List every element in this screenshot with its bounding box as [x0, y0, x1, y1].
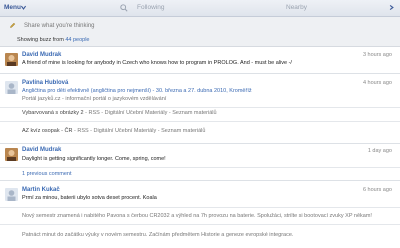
people-link[interactable]: 44 people [65, 37, 89, 43]
share-box: Share what you're thinking Showing buzz … [0, 17, 400, 47]
avatar[interactable] [5, 148, 18, 161]
showing-buzz-info: Showing buzz from 44 people [17, 37, 89, 43]
tab-nearby[interactable]: Nearby [286, 4, 307, 11]
post-time: 4 hours ago [362, 80, 392, 86]
chevron-right-icon[interactable] [388, 4, 395, 11]
post-time: 3 hours ago [362, 52, 392, 58]
list-item[interactable]: Martin Kukač 6 hours ago Prmí za minou, … [0, 181, 400, 248]
list-item[interactable]: David Mudrak 3 hours ago A friend of min… [0, 47, 400, 74]
feed-item-text[interactable]: Nový semestr znamená i nabitého Pavona s… [22, 213, 372, 219]
post-time: 6 hours ago [362, 187, 392, 193]
avatar[interactable] [5, 81, 18, 94]
feed-item-title: Vybarvovaná s obrázky 2 [22, 110, 84, 116]
chevron-down-icon[interactable] [20, 4, 27, 11]
list-item[interactable]: Pavlína Hublová 4 hours ago Angličtina p… [0, 74, 400, 144]
post-author[interactable]: David Mudrak [22, 52, 61, 58]
post-text: A friend of mine is looking for anybody … [22, 60, 292, 66]
attachment-source: Portál jazyků.cz - informační portál o j… [22, 96, 167, 102]
menu-button[interactable]: Menu [4, 4, 21, 11]
divider [0, 107, 400, 108]
share-input[interactable]: Share what you're thinking [24, 23, 95, 29]
divider [0, 121, 400, 122]
feed-item[interactable]: AZ kvíz osopak - ČR - RSS - Digitální Uč… [22, 128, 205, 134]
post-author[interactable]: David Mudrak [22, 147, 61, 153]
feed-item-title: AZ kvíz osopak - ČR [22, 128, 73, 134]
divider [0, 167, 400, 168]
list-item[interactable]: David Mudrak 1 day ago Daylight is getti… [0, 144, 400, 181]
avatar[interactable] [5, 53, 18, 66]
divider [0, 224, 400, 225]
post-author[interactable]: Martin Kukač [22, 187, 60, 193]
feed-item-source: RSS - Digitální Učební Materiály - Sezna… [88, 110, 217, 116]
post-text: Daylight is getting significantly longer… [22, 156, 166, 162]
top-nav-bar: Menu Following Nearby [0, 0, 400, 17]
post-text: Prmí za minou, baterii ubylo sotva deset… [22, 195, 157, 201]
feed-item[interactable]: Vybarvovaná s obrázky 2 - RSS - Digitáln… [22, 110, 217, 116]
pencil-icon [10, 22, 16, 28]
post-author[interactable]: Pavlína Hublová [22, 80, 68, 86]
attachment-title-link[interactable]: Angličtina pro děti efektivně (angličtin… [22, 88, 252, 94]
search-icon[interactable] [120, 4, 128, 12]
avatar[interactable] [5, 188, 18, 201]
showing-prefix: Showing buzz from [17, 37, 64, 43]
previous-comments-link[interactable]: 1 previous comment [22, 171, 72, 177]
post-time: 1 day ago [367, 148, 392, 154]
feed-item-text[interactable]: Patnáct minut do začátku výuky v novém s… [22, 232, 293, 238]
tab-following[interactable]: Following [137, 4, 164, 11]
divider [0, 207, 400, 208]
feed-item-source: RSS - Digitální Učební Materiály - Sezna… [77, 128, 206, 134]
